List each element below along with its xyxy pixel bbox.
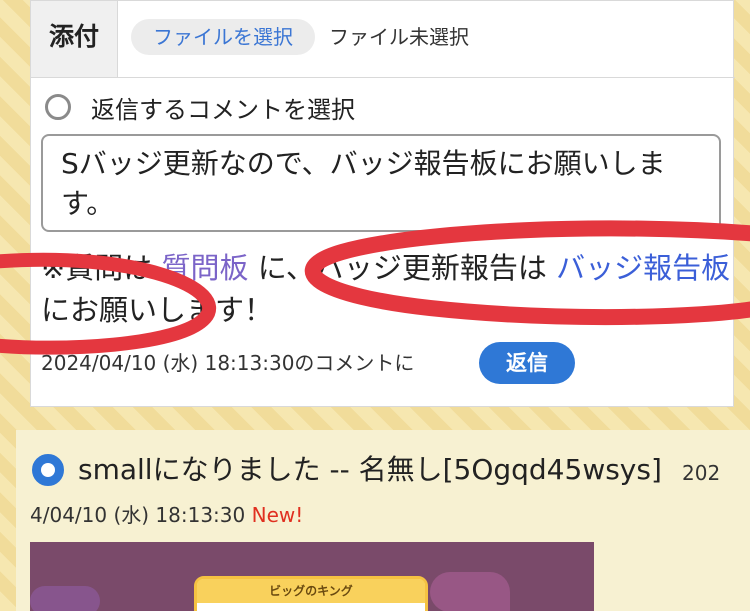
image-decoration-right	[430, 572, 510, 611]
post-date-rest: 4/04/10 (水) 18:13:30	[30, 503, 246, 527]
post-date: 4/04/10 (水) 18:13:30 New!	[30, 500, 303, 530]
choose-file-button[interactable]: ファイルを選択	[131, 19, 315, 55]
reply-select-radio[interactable]	[45, 94, 71, 120]
notice-text: ※質問は 質問板 に、バッジ更新報告は バッジ報告板 にお願いします！	[41, 247, 731, 331]
question-board-link[interactable]: 質問板	[162, 251, 249, 285]
post-image[interactable]: ビッグのキング	[30, 542, 594, 611]
notice-suffix: にお願いします！	[41, 293, 274, 327]
post-select-radio[interactable]	[32, 454, 64, 486]
file-status-text: ファイル未選択	[329, 25, 469, 49]
comment-form-panel: 添付 ファイルを選択 ファイル未選択 返信するコメントを選択 Sバッジ更新なので…	[30, 0, 735, 407]
post-date-start: 202	[682, 461, 721, 485]
image-card-title: ビッグのキング	[197, 579, 425, 603]
badge-board-link[interactable]: バッジ報告板	[556, 251, 730, 285]
image-decoration-left	[30, 586, 100, 611]
reply-select-label: 返信するコメントを選択	[91, 96, 355, 124]
comment-post: smallになりました -- 名無し[5Ogqd45wsys] 202 4/04…	[16, 430, 750, 611]
attachment-row: 添付 ファイルを選択 ファイル未選択	[31, 1, 735, 78]
reply-button[interactable]: 返信	[479, 342, 575, 384]
image-card: ビッグのキング	[194, 576, 428, 611]
notice-prefix: ※質問は	[41, 251, 153, 285]
reply-timestamp: 2024/04/10 (水) 18:13:30のコメントに	[41, 351, 415, 375]
comment-textarea[interactable]: Sバッジ更新なので、バッジ報告板にお願いします。	[41, 134, 721, 232]
post-title: smallになりました -- 名無し[5Ogqd45wsys]	[78, 453, 662, 486]
notice-middle: に、バッジ更新報告は	[257, 251, 547, 285]
new-badge: New!	[251, 503, 304, 527]
attachment-label: 添付	[31, 1, 118, 77]
